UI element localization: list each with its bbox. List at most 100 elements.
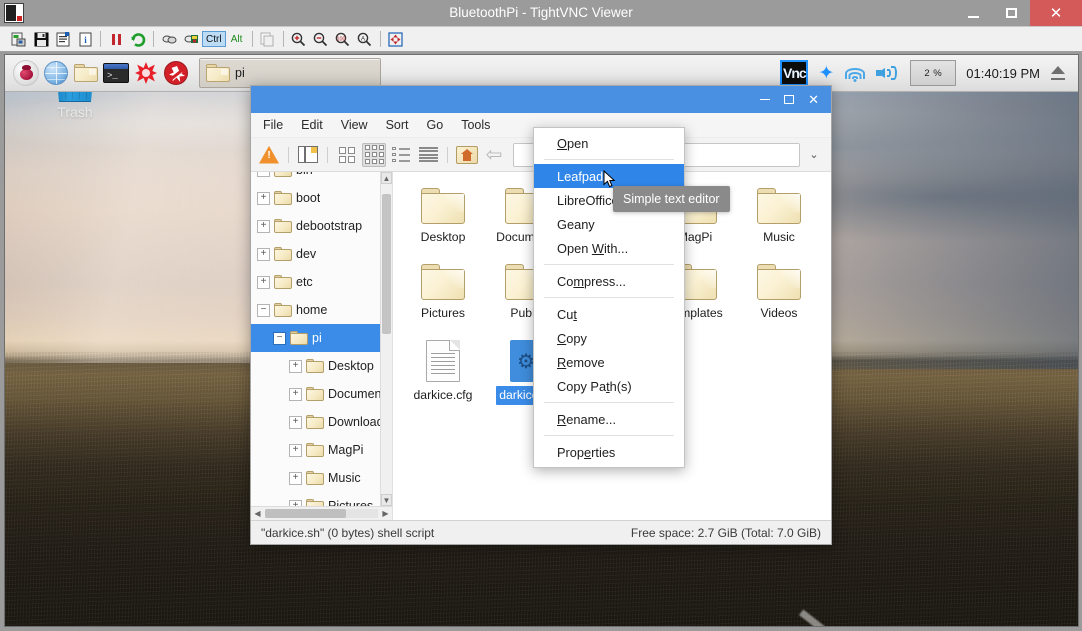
expand-icon[interactable]: + bbox=[257, 172, 270, 177]
tree-item-etc[interactable]: + etc bbox=[251, 268, 380, 296]
send-ctrl-esc-icon[interactable] bbox=[180, 28, 202, 50]
menu-raspberry-icon[interactable] bbox=[11, 58, 41, 88]
back-arrow-icon[interactable]: ⇦ bbox=[482, 143, 506, 167]
volume-icon[interactable] bbox=[876, 64, 900, 82]
vnc-server-tray-icon[interactable]: Vnc bbox=[780, 60, 809, 86]
menu-view[interactable]: View bbox=[341, 118, 368, 132]
vnc-minimize-button[interactable] bbox=[954, 0, 992, 26]
save-session-icon[interactable] bbox=[30, 28, 52, 50]
scrollbar-thumb[interactable] bbox=[382, 194, 391, 334]
context-menu-item-open-with[interactable]: Open With... bbox=[534, 236, 684, 260]
context-menu-item-remove[interactable]: Remove bbox=[534, 350, 684, 374]
tree-item-debootstrap[interactable]: + debootstrap bbox=[251, 212, 380, 240]
context-menu-item-geany[interactable]: Geany bbox=[534, 212, 684, 236]
full-screen-icon[interactable] bbox=[385, 28, 407, 50]
scroll-down-arrow-icon[interactable]: ▼ bbox=[381, 494, 392, 506]
collapse-icon[interactable]: − bbox=[273, 331, 286, 345]
tree-item-desktop[interactable]: + Desktop bbox=[251, 352, 380, 380]
context-menu-item-cut[interactable]: Cut bbox=[534, 302, 684, 326]
sidebar-vertical-scrollbar[interactable]: ▲ ▼ bbox=[380, 172, 392, 506]
tree-item-music[interactable]: + Music bbox=[251, 464, 380, 492]
fm-maximize-button[interactable] bbox=[784, 95, 795, 104]
clock[interactable]: 01:40:19 PM bbox=[966, 66, 1040, 81]
pause-icon[interactable] bbox=[105, 28, 127, 50]
tree-item-home[interactable]: − home bbox=[251, 296, 380, 324]
connection-options-icon[interactable] bbox=[52, 28, 74, 50]
toggle-side-pane-icon[interactable] bbox=[296, 143, 320, 167]
expand-icon[interactable]: + bbox=[289, 415, 302, 429]
scroll-left-arrow-icon[interactable]: ◀ bbox=[251, 507, 264, 520]
tree-item-boot[interactable]: + boot bbox=[251, 184, 380, 212]
view-thumbnails-icon[interactable] bbox=[362, 142, 386, 167]
expand-icon[interactable]: + bbox=[257, 219, 270, 233]
new-connection-icon[interactable] bbox=[8, 28, 30, 50]
taskbar-button-pi[interactable]: pi bbox=[199, 58, 381, 88]
send-ctrl-alt-del-icon[interactable] bbox=[158, 28, 180, 50]
expand-icon[interactable]: + bbox=[289, 359, 302, 373]
bluetooth-icon[interactable]: ✦ bbox=[818, 64, 834, 83]
menu-file[interactable]: File bbox=[263, 118, 283, 132]
directory-tree-pane[interactable]: +bin+boot+debootstrap+dev+etc−home−pi+De… bbox=[251, 172, 393, 520]
context-menu-item-properties[interactable]: Properties bbox=[534, 440, 684, 464]
context-menu-item-compress[interactable]: Compress... bbox=[534, 269, 684, 293]
file-item[interactable]: Pictures bbox=[401, 256, 485, 332]
menu-go[interactable]: Go bbox=[427, 118, 444, 132]
tree-item-pi[interactable]: − pi bbox=[251, 324, 380, 352]
expand-icon[interactable]: + bbox=[257, 191, 270, 205]
zoom-100-icon[interactable]: 100 bbox=[332, 28, 354, 50]
expand-icon[interactable]: + bbox=[289, 471, 302, 485]
context-menu-item-copy-path-s[interactable]: Copy Path(s) bbox=[534, 374, 684, 398]
alt-key-toggle[interactable]: Alt bbox=[226, 31, 248, 47]
web-browser-icon[interactable] bbox=[41, 58, 71, 88]
chevron-down-icon[interactable]: ⌄ bbox=[803, 143, 825, 167]
menu-tools[interactable]: Tools bbox=[461, 118, 490, 132]
scrollbar-thumb[interactable] bbox=[265, 509, 347, 518]
expand-icon[interactable]: + bbox=[257, 275, 270, 289]
menu-edit[interactable]: Edit bbox=[301, 118, 323, 132]
fm-minimize-button[interactable] bbox=[760, 98, 771, 101]
context-menu-item-rename[interactable]: Rename... bbox=[534, 407, 684, 431]
remote-desktop-view[interactable]: Trash >_ pi Vnc ✦ 2 % 01:40:19 PM ✕ File… bbox=[4, 54, 1079, 627]
vnc-maximize-button[interactable] bbox=[992, 0, 1030, 26]
terminal-icon[interactable]: >_ bbox=[101, 58, 131, 88]
expand-icon[interactable]: + bbox=[289, 443, 302, 457]
transfer-clipboard-icon[interactable] bbox=[257, 28, 279, 50]
view-detailed-list-icon[interactable] bbox=[416, 143, 440, 167]
zoom-out-icon[interactable] bbox=[310, 28, 332, 50]
context-menu-item-open[interactable]: Open bbox=[534, 131, 684, 155]
collapse-icon[interactable]: − bbox=[257, 303, 270, 317]
file-manager-icon[interactable] bbox=[71, 58, 101, 88]
view-icons-icon[interactable] bbox=[335, 143, 359, 167]
tree-item-documents[interactable]: + Documents bbox=[251, 380, 380, 408]
scroll-right-arrow-icon[interactable]: ▶ bbox=[379, 507, 392, 520]
expand-icon[interactable]: + bbox=[257, 247, 270, 261]
file-item[interactable]: Desktop bbox=[401, 180, 485, 256]
home-icon[interactable] bbox=[455, 143, 479, 167]
ctrl-key-toggle[interactable]: Ctrl bbox=[202, 31, 226, 47]
file-item[interactable]: darkice.cfg bbox=[401, 332, 485, 425]
zoom-in-icon[interactable] bbox=[288, 28, 310, 50]
file-manager-titlebar[interactable]: ✕ bbox=[251, 86, 831, 113]
tree-item-dev[interactable]: + dev bbox=[251, 240, 380, 268]
menu-sort[interactable]: Sort bbox=[386, 118, 409, 132]
file-item[interactable]: Videos bbox=[737, 256, 821, 332]
connection-info-icon[interactable]: i bbox=[74, 28, 96, 50]
refresh-icon[interactable] bbox=[127, 28, 149, 50]
scroll-up-arrow-icon[interactable]: ▲ bbox=[381, 172, 392, 184]
eject-icon[interactable] bbox=[1050, 66, 1066, 80]
zoom-auto-icon[interactable]: A bbox=[354, 28, 376, 50]
mathematica-icon[interactable] bbox=[131, 58, 161, 88]
tree-item-bin[interactable]: + bin bbox=[251, 172, 380, 184]
warning-icon[interactable]: ! bbox=[257, 143, 281, 167]
file-context-menu[interactable]: Open Leafpad LibreOffice Geany Open With... C… bbox=[533, 127, 685, 468]
cpu-usage-monitor[interactable]: 2 % bbox=[910, 60, 957, 86]
view-compact-icon[interactable] bbox=[389, 143, 413, 167]
vnc-close-button[interactable]: ✕ bbox=[1030, 0, 1082, 26]
fm-close-button[interactable]: ✕ bbox=[808, 93, 819, 106]
tree-item-magpi[interactable]: + MagPi bbox=[251, 436, 380, 464]
expand-icon[interactable]: + bbox=[289, 387, 302, 401]
file-item[interactable]: Music bbox=[737, 180, 821, 256]
wifi-icon[interactable] bbox=[844, 64, 866, 82]
wolfram-icon[interactable] bbox=[161, 58, 191, 88]
sidebar-horizontal-scrollbar[interactable]: ◀ ▶ bbox=[251, 506, 392, 520]
